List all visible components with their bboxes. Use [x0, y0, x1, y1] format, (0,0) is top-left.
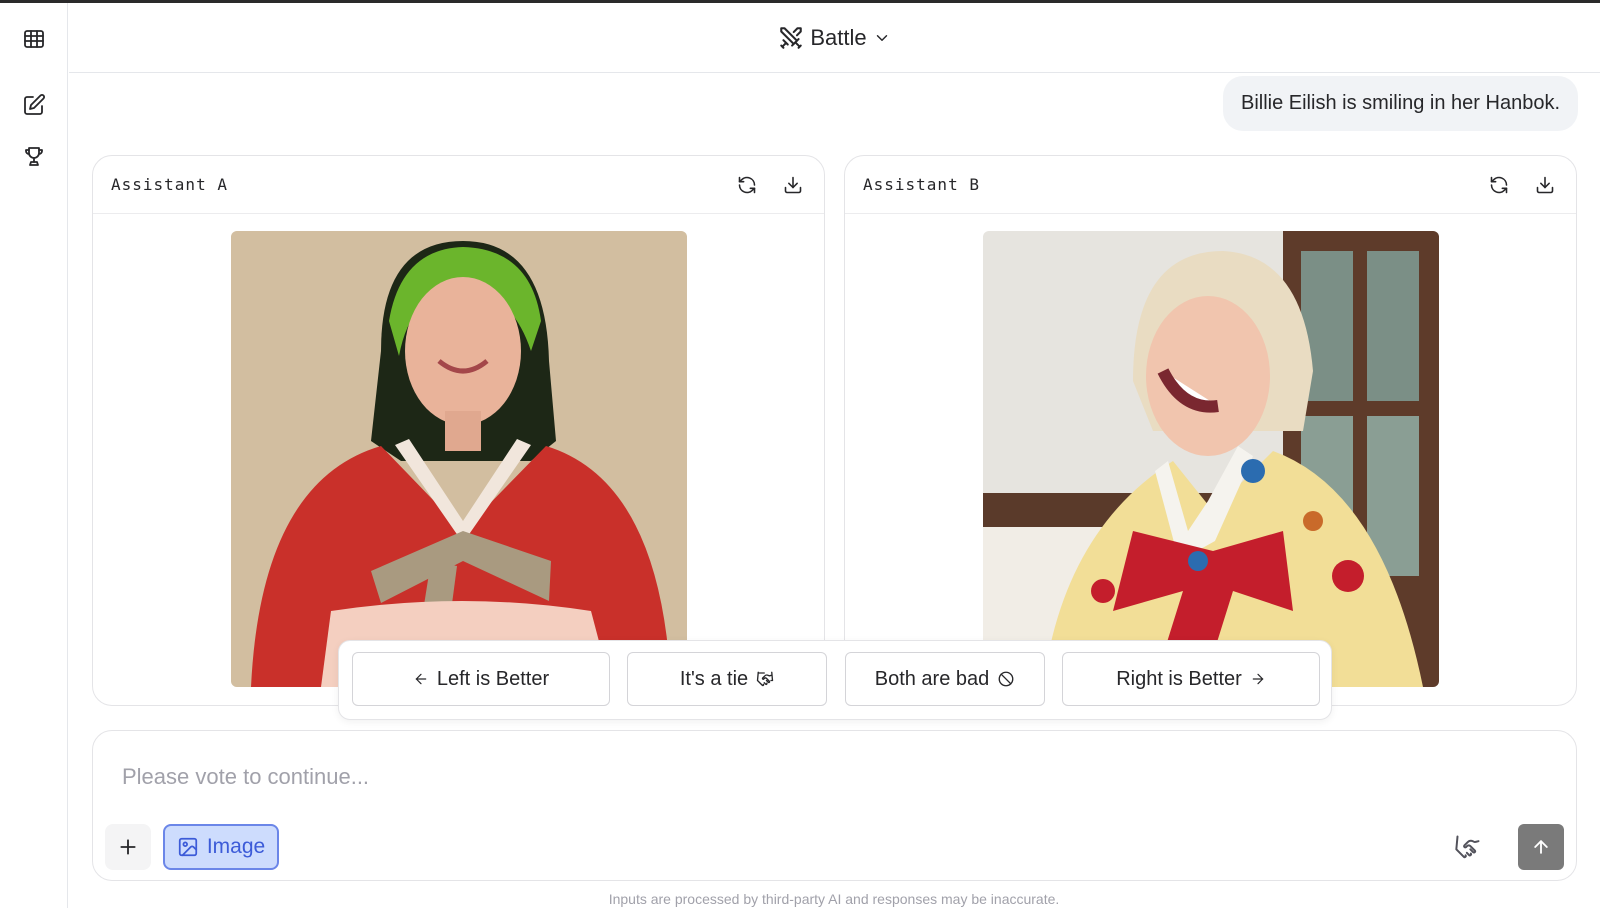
assistant-b-panel: Assistant B — [844, 155, 1577, 706]
regenerate-a-button[interactable] — [736, 174, 758, 196]
regenerate-icon — [738, 176, 756, 193]
composer: Please vote to continue... Image — [92, 730, 1577, 881]
assistant-a-title: Assistant A — [111, 175, 228, 194]
panel-header: Assistant A — [93, 156, 824, 214]
generated-image-b[interactable] — [983, 231, 1439, 687]
download-icon — [1536, 176, 1554, 193]
leaderboard-table-icon — [24, 30, 44, 48]
trophy-button[interactable] — [18, 140, 50, 172]
chevron-down-icon — [876, 34, 887, 41]
arrow-right-icon — [1252, 673, 1264, 685]
prompt-input[interactable]: Please vote to continue... — [122, 764, 369, 790]
hands-button[interactable] — [1450, 829, 1486, 865]
handshake-icon — [756, 671, 774, 687]
right-is-better-button[interactable]: Right is Better — [1062, 652, 1320, 706]
assistant-a-panel: Assistant A — [92, 155, 825, 706]
download-a-button[interactable] — [782, 174, 804, 196]
footer-disclaimer: Inputs are processed by third-party AI a… — [608, 891, 1060, 907]
right-is-better-label: Right is Better — [1116, 667, 1242, 690]
image-mode-toggle[interactable]: Image — [163, 824, 279, 870]
left-is-better-button[interactable]: Left is Better — [352, 652, 610, 706]
user-message-bubble: Billie Eilish is smiling in her Hanbok. — [1222, 76, 1578, 131]
tie-button[interactable]: It's a tie — [627, 652, 827, 706]
both-bad-button[interactable]: Both are bad — [845, 652, 1045, 706]
assistant-b-title: Assistant B — [863, 175, 980, 194]
regenerate-b-button[interactable] — [1488, 174, 1510, 196]
download-icon — [784, 176, 802, 193]
both-bad-label: Both are bad — [874, 667, 990, 690]
generated-image-a[interactable] — [231, 231, 687, 687]
panel-tools — [1488, 174, 1556, 196]
hands-icon — [1455, 835, 1480, 859]
portrait-red-hanbok-image — [231, 231, 687, 687]
panel-tools — [736, 174, 804, 196]
swords-icon — [780, 26, 803, 49]
download-b-button[interactable] — [1534, 174, 1556, 196]
trophy-icon — [25, 147, 43, 166]
portrait-yellow-hanbok-image — [983, 231, 1439, 687]
user-message-text: Billie Eilish is smiling in her Hanbok. — [1240, 92, 1560, 114]
mode-label: Battle — [810, 24, 867, 50]
ban-icon — [998, 671, 1014, 687]
new-chat-button[interactable] — [18, 89, 50, 121]
new-chat-icon — [24, 94, 45, 115]
image-icon — [178, 837, 197, 857]
arrow-up-icon — [1534, 840, 1548, 854]
plus-icon — [120, 839, 136, 855]
leaderboard-button[interactable] — [18, 23, 50, 55]
arrow-left-icon — [415, 673, 427, 685]
sidebar — [0, 3, 68, 908]
mode-selector[interactable]: Battle — [778, 25, 890, 51]
left-is-better-label: Left is Better — [436, 667, 550, 690]
header: Battle — [69, 3, 1600, 73]
tie-label: It's a tie — [679, 667, 749, 690]
regenerate-icon — [1490, 176, 1508, 193]
send-button[interactable] — [1518, 824, 1564, 870]
image-mode-label: Image — [206, 835, 266, 858]
attach-button[interactable] — [105, 824, 151, 870]
vote-bar: Left is Better It's a tie Both are bad R… — [338, 640, 1332, 720]
panel-header: Assistant B — [845, 156, 1576, 214]
